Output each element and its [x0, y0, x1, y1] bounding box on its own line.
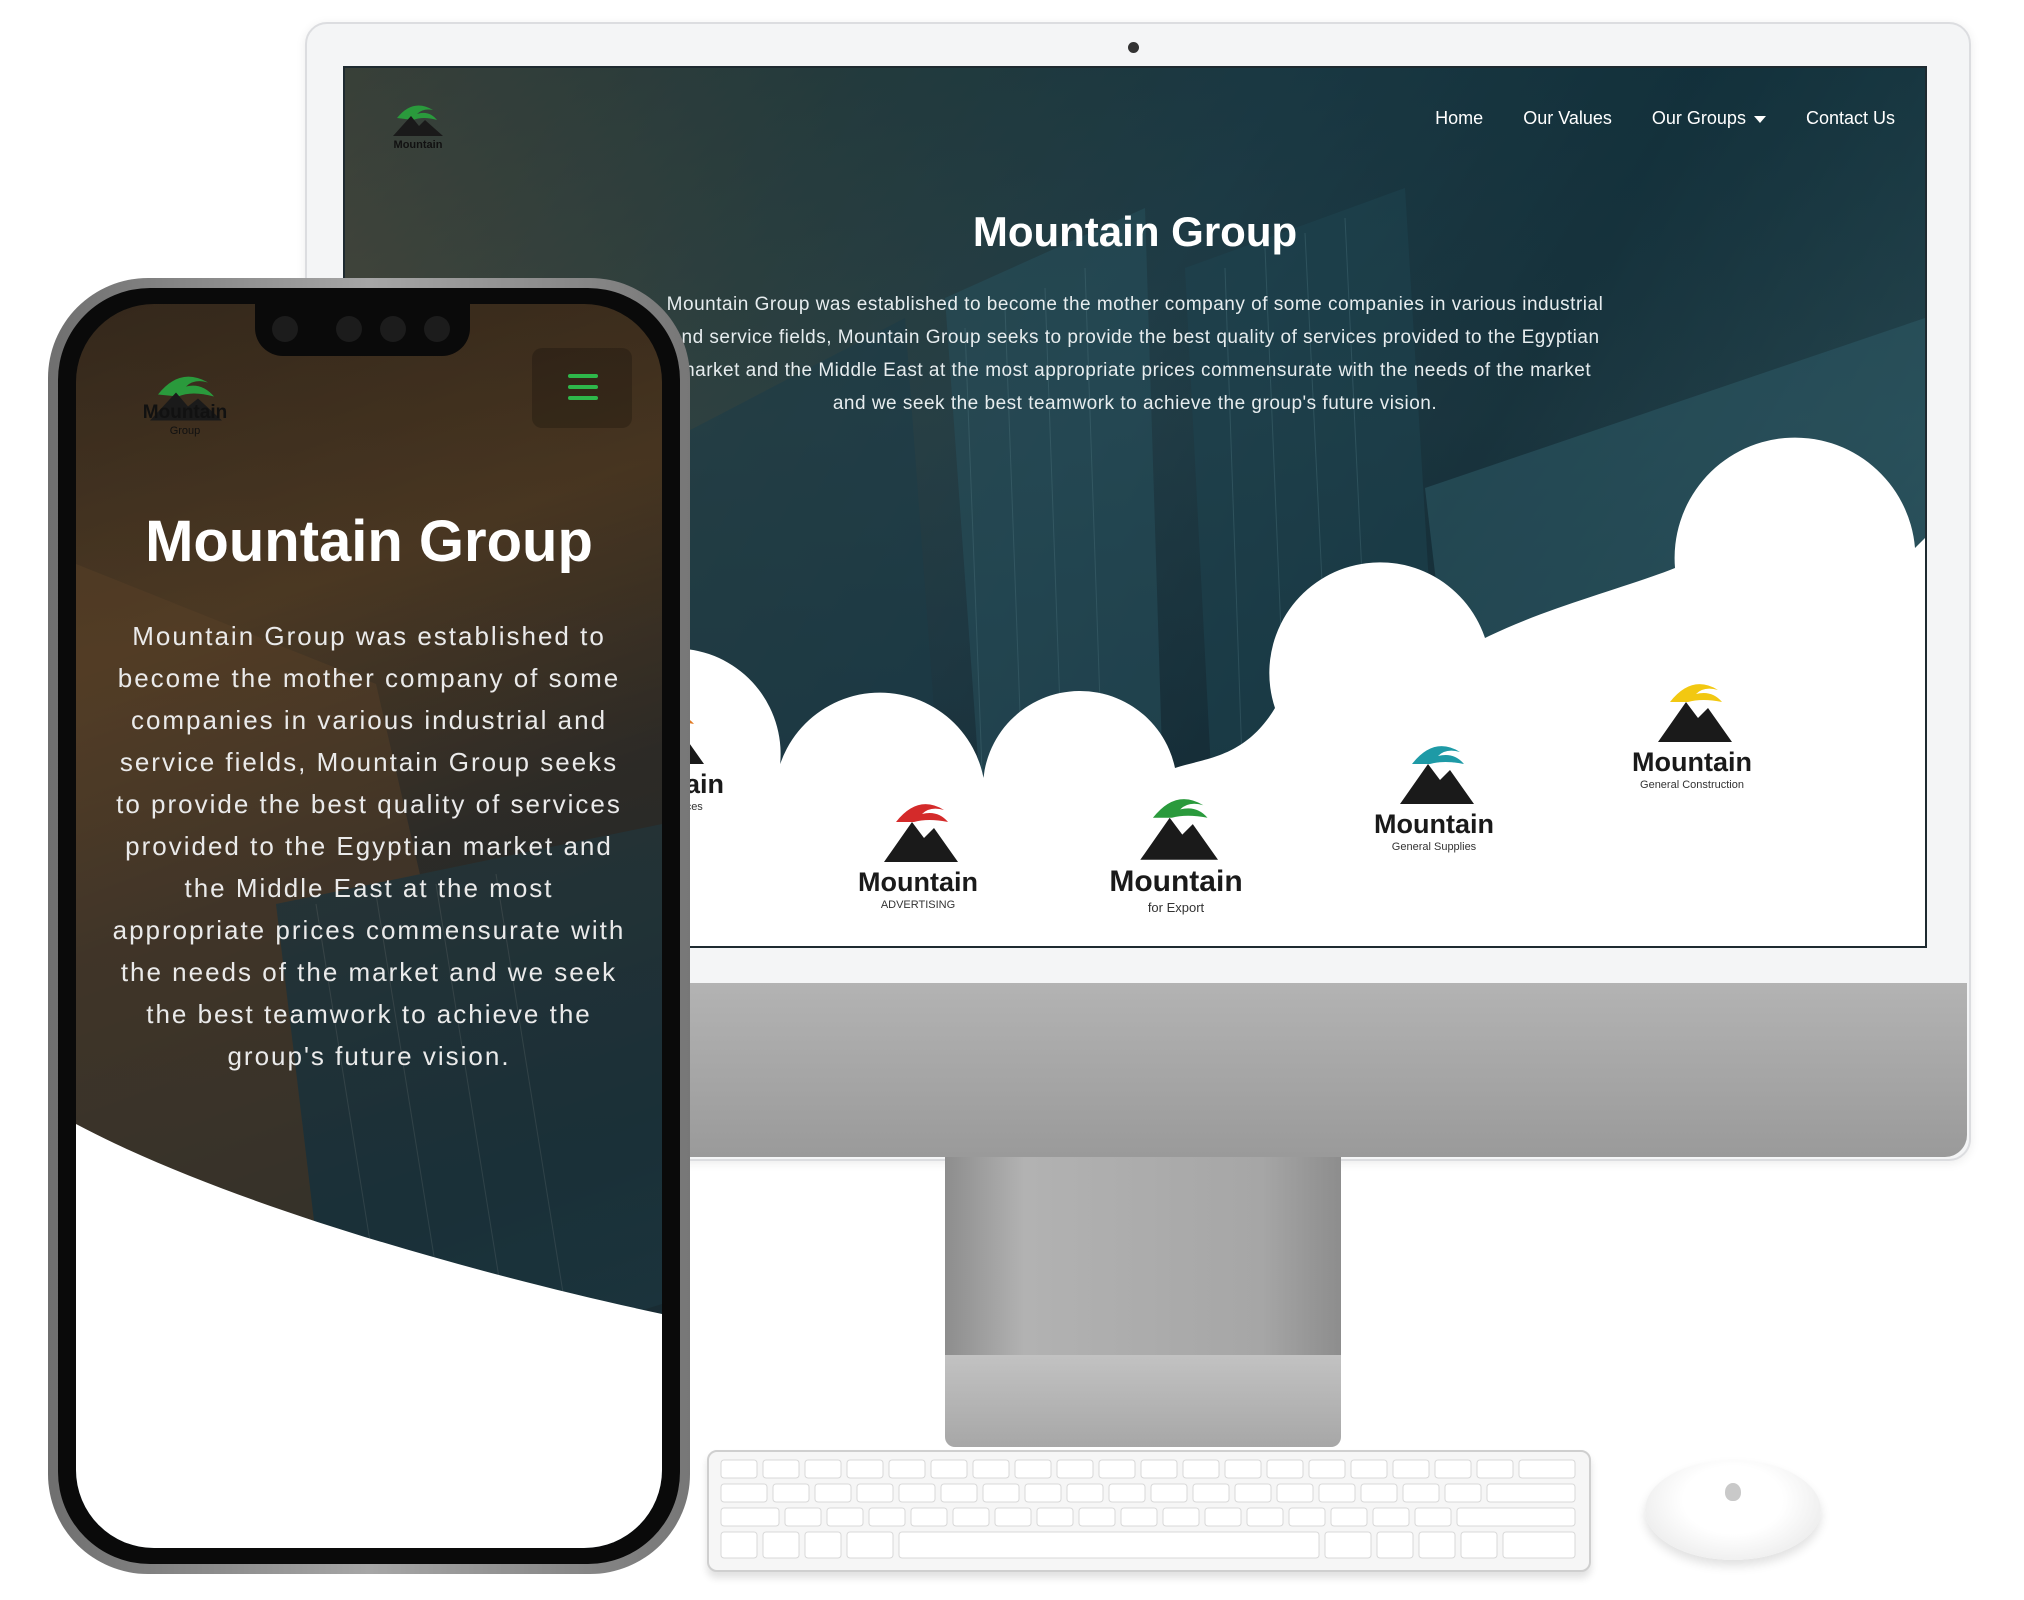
menu-button[interactable]	[532, 348, 632, 428]
mobile-logo-word: Mountain	[142, 402, 228, 423]
group-logo-supplies[interactable]: Mountain General Supplies	[1349, 728, 1519, 853]
group-logo-word: Mountain	[1374, 809, 1494, 839]
hamburger-icon	[568, 396, 598, 400]
mobile-hero-text: Mountain Group was established to become…	[112, 621, 626, 1071]
sensor-icon	[336, 316, 362, 342]
imac-stand	[945, 1157, 1341, 1357]
desktop-hero-text: Mountain Group was established to become…	[666, 294, 1604, 414]
mountain-green-icon	[1140, 799, 1218, 860]
group-logo-word: Mountain	[1632, 747, 1752, 777]
mountain-teal-icon	[1400, 746, 1474, 804]
group-logo-export[interactable]: Mountain for Export	[1091, 780, 1261, 915]
group-logo-sub: ADVERTISING	[880, 899, 956, 911]
group-logo-sub: General Supplies	[1391, 841, 1477, 853]
nav-our-groups-label: Our Groups	[1651, 108, 1746, 128]
desktop-hero-title: Mountain Group	[972, 208, 1298, 255]
mountain-red-icon	[884, 804, 958, 862]
group-logo-advertising[interactable]: Mountain ADVERTISING	[833, 786, 1003, 911]
keyboard	[707, 1450, 1591, 1572]
mouse	[1645, 1460, 1821, 1560]
desktop-nav: Home Our Values Our Groups Contact Us	[1435, 108, 1895, 129]
imac-stand-foot	[945, 1355, 1341, 1447]
group-logo-construction[interactable]: Mountain General Construction	[1607, 666, 1777, 791]
sensor-icon	[380, 316, 406, 342]
svg-text:Mountain: Mountain	[394, 139, 443, 151]
group-logo-word: Mountain	[1109, 865, 1243, 898]
front-camera-icon	[272, 316, 298, 342]
mobile-hero-title: Mountain Group	[145, 509, 593, 574]
group-logo-sub: General Construction	[1640, 779, 1744, 791]
mountain-yellow-icon	[1658, 684, 1732, 742]
apple-logo-icon	[1725, 1483, 1741, 1501]
keyboard-keys	[720, 1459, 1576, 1559]
mountain-group-logo-icon: Mountain	[393, 105, 443, 151]
hamburger-icon	[568, 385, 598, 389]
group-logo-word: Mountain	[858, 867, 978, 897]
mobile-logo-sub: Group	[169, 425, 201, 437]
nav-home[interactable]: Home	[1435, 108, 1483, 129]
imac-camera	[1128, 42, 1139, 53]
sensor-icon	[424, 316, 450, 342]
nav-our-groups[interactable]: Our Groups	[1652, 108, 1766, 129]
nav-contact-us[interactable]: Contact Us	[1806, 108, 1895, 129]
hamburger-icon	[568, 374, 598, 378]
nav-our-values[interactable]: Our Values	[1523, 108, 1612, 129]
group-logo-sub: for Export	[1147, 900, 1205, 915]
caret-down-icon	[1753, 115, 1766, 123]
